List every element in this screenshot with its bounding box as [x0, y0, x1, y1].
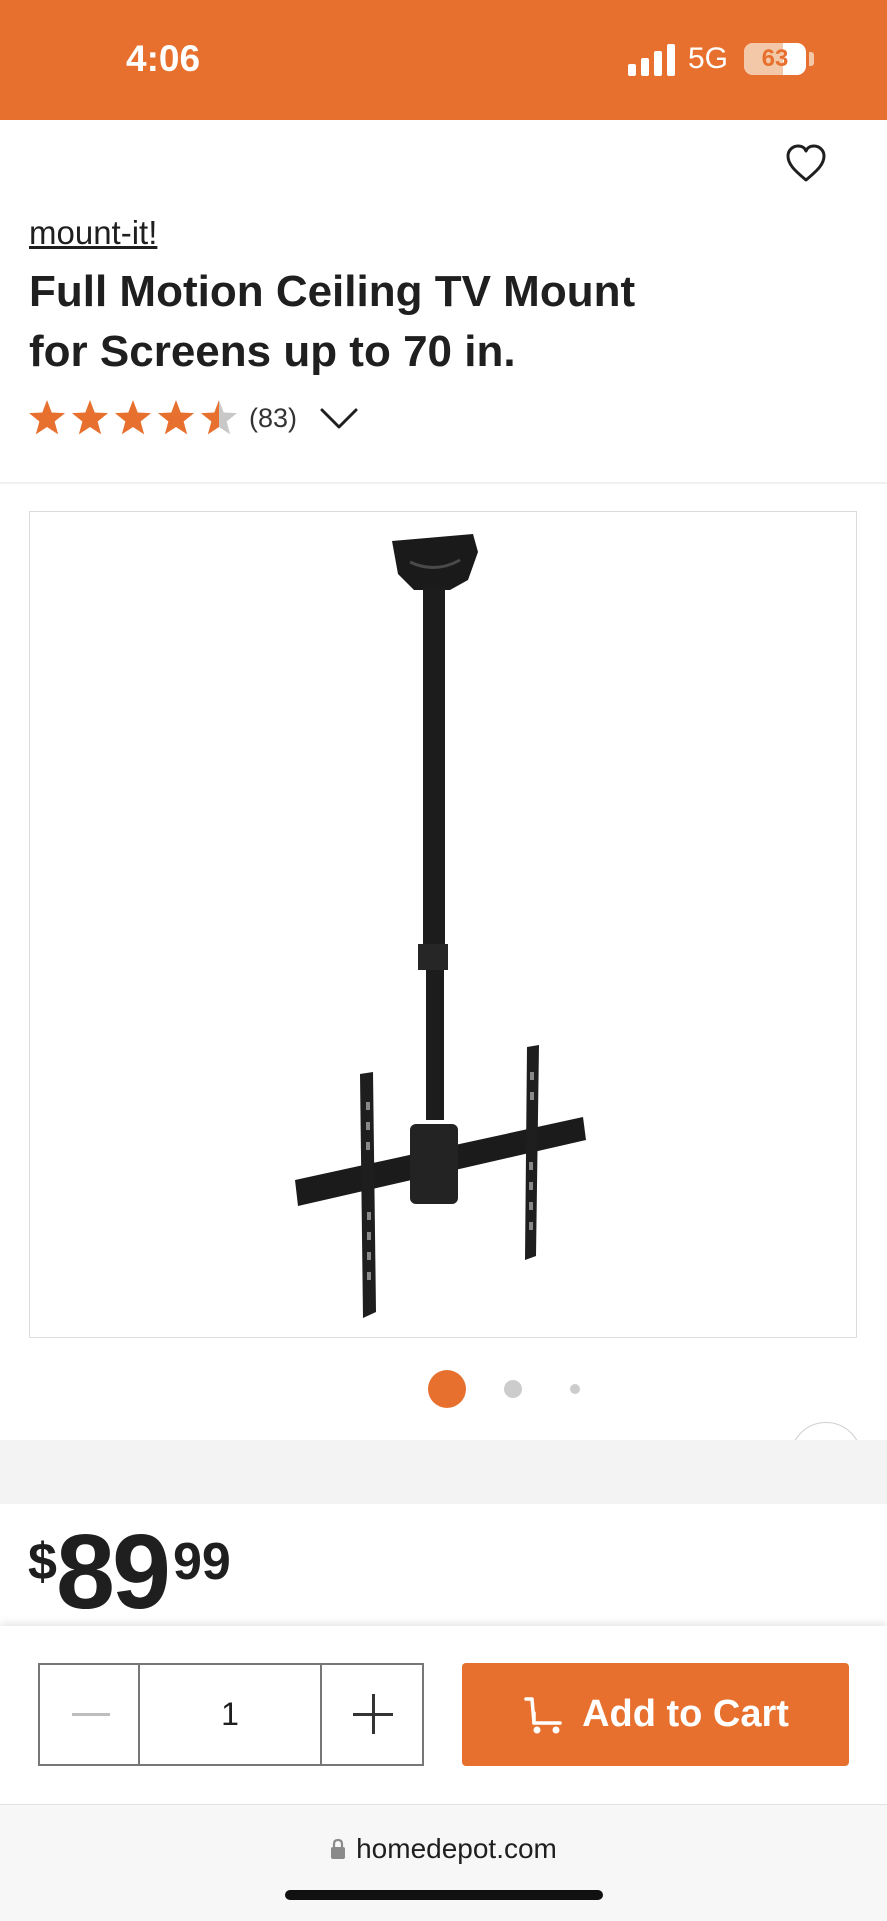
product-title: Full Motion Ceiling TV Mount for Screens… [29, 262, 729, 382]
rating-row[interactable]: (83) [29, 396, 359, 440]
product-title-line1: Full Motion Ceiling TV Mount [29, 267, 636, 316]
star-icon [200, 400, 237, 435]
star-icon [71, 400, 109, 435]
gallery-pagination [0, 1368, 887, 1412]
battery-percent: 63 [761, 45, 789, 72]
pagination-dot[interactable] [504, 1380, 522, 1398]
price-cents: 99 [173, 1533, 231, 1591]
price-currency: $ [28, 1533, 57, 1591]
cart-icon [524, 1696, 562, 1733]
heart-icon[interactable] [784, 142, 828, 186]
pagination-dot[interactable] [570, 1384, 580, 1394]
star-icon [114, 400, 152, 435]
lock-icon [331, 1838, 346, 1859]
product-image-frame[interactable] [29, 511, 862, 1494]
status-time: 4:06 [126, 38, 201, 79]
pagination-dot[interactable] [428, 1370, 466, 1408]
battery-tip [809, 52, 814, 66]
browser-address-bar[interactable]: homedepot.com [0, 1804, 887, 1921]
battery-icon: 63 [744, 43, 806, 75]
section-separator [0, 1440, 887, 1504]
product-title-line2: for Screens up to 70 in. [29, 327, 516, 376]
url-text: homedepot.com [356, 1833, 557, 1864]
add-to-cart-label: Add to Cart [582, 1693, 789, 1735]
add-to-cart-button[interactable]: Add to Cart [462, 1663, 849, 1766]
chevron-down-icon[interactable] [319, 404, 359, 432]
quantity-value[interactable]: 1 [140, 1665, 322, 1764]
star-icon [29, 400, 66, 435]
home-indicator[interactable] [285, 1890, 603, 1900]
status-bar: 4:06 5G 63 [0, 0, 887, 120]
review-count[interactable]: (83) [249, 403, 297, 434]
signal-icon [628, 44, 675, 76]
divider [0, 482, 887, 484]
increase-quantity-button[interactable] [322, 1665, 422, 1764]
star-icon [157, 400, 195, 435]
decrease-quantity-button[interactable] [40, 1665, 140, 1764]
url-display[interactable]: homedepot.com [0, 1833, 887, 1865]
quantity-stepper: 1 [38, 1663, 424, 1766]
price-dollars: 89 [56, 1513, 171, 1631]
product-image [295, 534, 586, 1318]
star-rating [29, 400, 237, 435]
brand-link[interactable]: mount-it! [29, 214, 157, 252]
network-type: 5G [688, 42, 729, 75]
